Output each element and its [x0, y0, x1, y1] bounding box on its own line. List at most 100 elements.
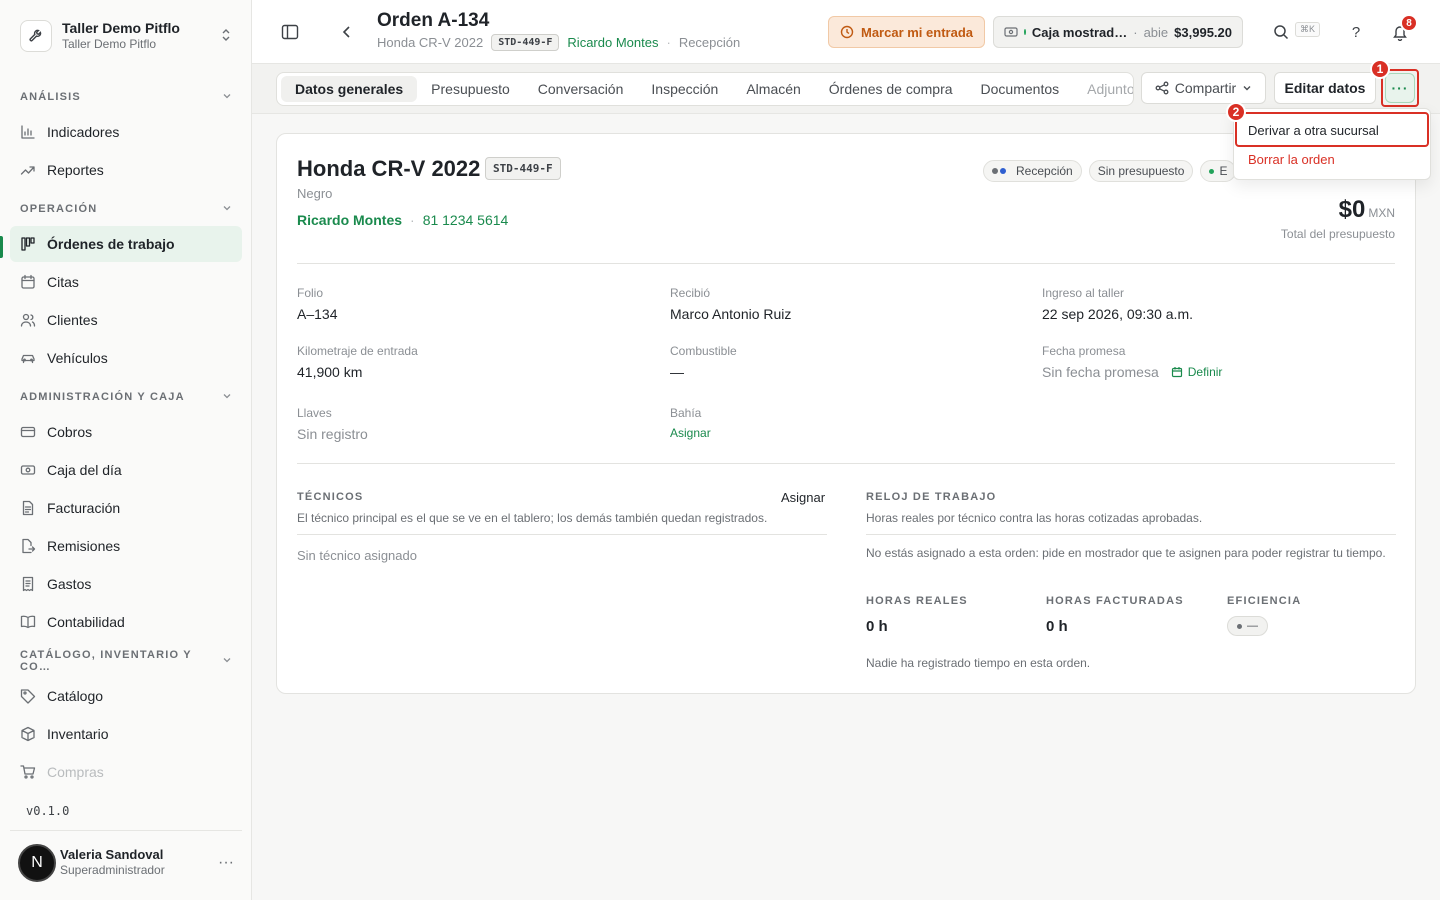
- stat-efficiency: EFICIENCIA —: [1227, 595, 1301, 636]
- share-button[interactable]: Compartir: [1141, 72, 1266, 104]
- header-customer-link[interactable]: Ricardo Montes: [567, 35, 658, 50]
- field-value: Marco Antonio Ruiz: [670, 306, 792, 322]
- sidebar-item-facturacion[interactable]: Facturación: [10, 490, 242, 526]
- cart-icon: [20, 764, 36, 780]
- sidebar-item-vehiculos[interactable]: Vehículos: [10, 340, 242, 376]
- chevron-down-icon: [222, 655, 232, 667]
- customer-phone-link[interactable]: 81 1234 5614: [423, 212, 509, 228]
- card-icon: [20, 424, 36, 440]
- sidebar-section-header[interactable]: ANÁLISIS: [10, 80, 242, 114]
- top-header: Orden A-134 Honda CR-V 2022 STD-449-F Ri…: [252, 0, 1440, 64]
- more-horizontal-icon[interactable]: ···: [218, 854, 234, 872]
- sidebar-item-catalogo[interactable]: Catálogo: [10, 678, 242, 714]
- sidebar-item-indicadores[interactable]: Indicadores: [10, 114, 242, 150]
- sidebar-item-ordenes-de-trabajo[interactable]: Órdenes de trabajo: [10, 226, 242, 262]
- field-label: Ingreso al taller: [1042, 286, 1125, 300]
- user-menu[interactable]: N Valeria Sandoval Superadministrador ··…: [10, 830, 242, 894]
- sidebar-toggle-icon[interactable]: [276, 18, 304, 46]
- field-promise-date: Fecha promesa Sin fecha promesa Definir: [1042, 344, 1222, 380]
- field-label: Folio: [297, 286, 324, 300]
- edit-data-button[interactable]: Editar datos: [1274, 72, 1376, 104]
- sidebar-item-contabilidad[interactable]: Contabilidad: [10, 604, 242, 640]
- tag-icon: [20, 688, 36, 704]
- sidebar-item-label: Catálogo: [47, 688, 104, 704]
- sidebar-section-header[interactable]: ADMINISTRACIÓN Y CAJA: [10, 380, 242, 414]
- cash-icon: [20, 462, 36, 478]
- help-icon[interactable]: ?: [1342, 18, 1370, 46]
- sidebar-item-label: Cobros: [47, 424, 93, 440]
- sidebar-item-compras[interactable]: Compras: [10, 754, 242, 790]
- field-value: Sin registro: [297, 426, 368, 442]
- extra-badge-label: E: [1219, 164, 1228, 178]
- stat-value: 0 h: [1046, 618, 1068, 635]
- sidebar-item-inventario[interactable]: Inventario: [10, 716, 242, 752]
- field-value: Sin fecha promesa: [1042, 364, 1159, 380]
- tab-list: Datos generales Presupuesto Conversación In…: [276, 72, 1134, 106]
- sidebar-item-label: Órdenes de trabajo: [47, 236, 175, 252]
- field-value: —: [670, 364, 684, 380]
- field-keys: Llaves Sin registro: [297, 406, 368, 442]
- menu-item-delete-order[interactable]: Borrar la orden: [1248, 152, 1335, 167]
- workspace-switcher[interactable]: Taller Demo Pitflo Taller Demo Pitflo: [10, 12, 242, 60]
- workspace-name: Taller Demo Pitflo: [62, 20, 180, 37]
- sidebar-item-reportes[interactable]: Reportes: [10, 152, 242, 188]
- tab-almacen[interactable]: Almacén: [732, 76, 814, 102]
- tab-ordenes-de-compra[interactable]: Órdenes de compra: [815, 76, 967, 102]
- file-export-icon: [20, 538, 36, 554]
- header-status: Recepción: [678, 35, 741, 50]
- separator-dot: ·: [410, 212, 415, 228]
- field-value: A–134: [297, 306, 338, 322]
- avatar: N: [18, 843, 56, 882]
- kanban-icon: [20, 236, 36, 252]
- users-icon: [20, 312, 36, 328]
- app-version: v0.1.0: [26, 804, 70, 818]
- checkin-button[interactable]: Marcar mi entrada: [828, 16, 985, 48]
- tab-datos-generales[interactable]: Datos generales: [281, 76, 418, 102]
- tab-presupuesto[interactable]: Presupuesto: [417, 76, 524, 102]
- tab-conversacion[interactable]: Conversación: [524, 76, 638, 102]
- calendar-icon: [1171, 366, 1183, 378]
- wrench-icon: [20, 20, 52, 52]
- tab-documentos[interactable]: Documentos: [967, 76, 1074, 102]
- back-arrow-icon[interactable]: [333, 18, 361, 46]
- field-label: Llaves: [297, 406, 332, 420]
- section-title: ANÁLISIS: [20, 91, 81, 103]
- tab-inspeccion[interactable]: Inspección: [637, 76, 732, 102]
- customer-name-link[interactable]: Ricardo Montes: [297, 212, 402, 228]
- field-received: Recibió Marco Antonio Ruiz: [670, 286, 791, 322]
- technicians-heading: TÉCNICOS: [297, 491, 364, 503]
- define-date-link[interactable]: Definir: [1171, 365, 1222, 379]
- work-clock-description: Horas reales por técnico contra las hora…: [866, 511, 1203, 525]
- cash-amount: $3,995.20: [1174, 24, 1232, 40]
- budget-total: $0 MXN Total del presupuesto: [1281, 196, 1395, 241]
- field-label: Bahía: [670, 406, 702, 420]
- stat-label: HORAS FACTURADAS: [1046, 595, 1184, 607]
- page-title: Orden A-134: [377, 10, 490, 31]
- assign-technician-button[interactable]: Asignar: [781, 490, 825, 505]
- sidebar-item-gastos[interactable]: Gastos: [10, 566, 242, 602]
- cash-status: abie: [1143, 24, 1169, 40]
- field-value: 41,900 km: [297, 364, 363, 380]
- sidebar-item-citas[interactable]: Citas: [10, 264, 242, 300]
- sidebar-item-label: Indicadores: [47, 124, 120, 140]
- section-title: ADMINISTRACIÓN Y CAJA: [20, 391, 185, 403]
- sidebar-section-header[interactable]: CATÁLOGO, INVENTARIO Y CO…: [10, 644, 242, 678]
- sidebar-item-label: Inventario: [47, 726, 109, 742]
- cash-register-selector[interactable]: Caja mostrad… · abie $3,995.20: [993, 16, 1243, 48]
- order-subline: Honda CR-V 2022 STD-449-F Ricardo Montes…: [377, 34, 740, 51]
- customer-line: Ricardo Montes · 81 1234 5614: [297, 212, 508, 228]
- total-amount: $0: [1338, 196, 1366, 223]
- search-icon[interactable]: [1267, 18, 1295, 46]
- tab-adjuntos[interactable]: Adjuntos: [1073, 76, 1133, 102]
- sidebar-item-cobros[interactable]: Cobros: [10, 414, 242, 450]
- sidebar-item-clientes[interactable]: Clientes: [10, 302, 242, 338]
- extra-badge: E: [1200, 160, 1237, 182]
- header-vehicle: Honda CR-V 2022: [377, 35, 484, 50]
- assign-bay-link[interactable]: Asignar: [670, 426, 711, 440]
- sidebar-item-caja-del-dia[interactable]: Caja del día: [10, 452, 242, 488]
- sidebar-item-label: Contabilidad: [47, 614, 125, 630]
- sidebar-item-remisiones[interactable]: Remisiones: [10, 528, 242, 564]
- sidebar-section-header[interactable]: OPERACIÓN: [10, 192, 242, 226]
- field-label: Combustible: [670, 344, 737, 358]
- divider: [866, 534, 1396, 535]
